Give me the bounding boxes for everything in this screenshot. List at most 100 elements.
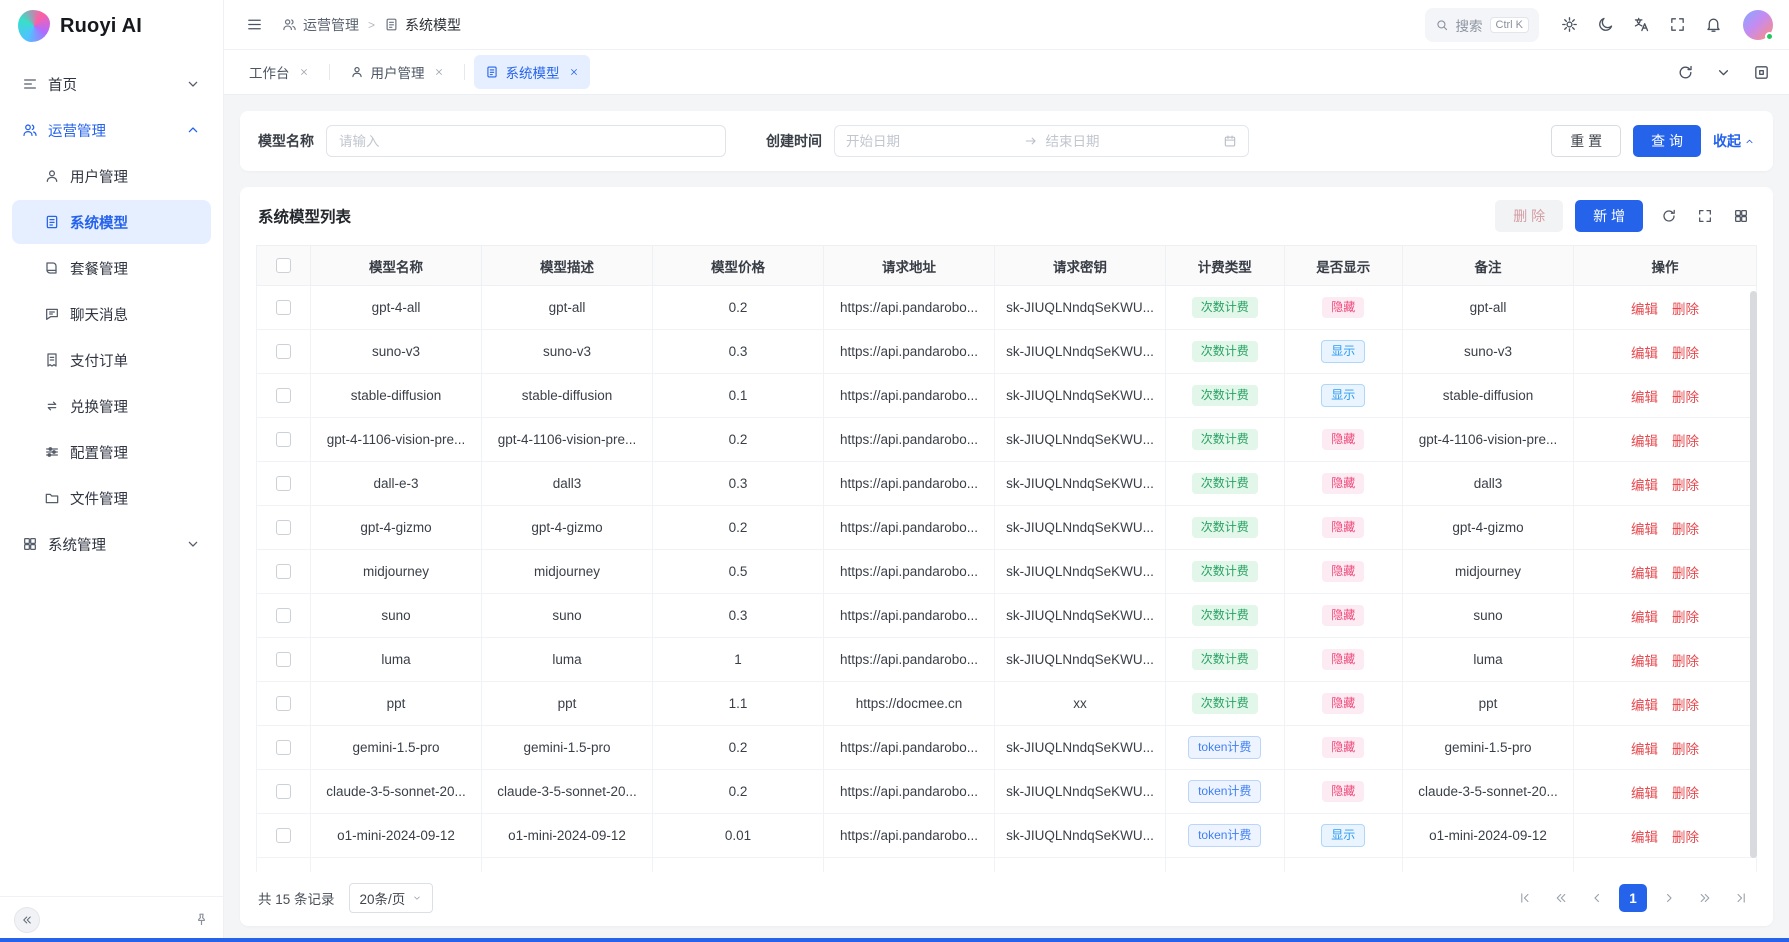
row-checkbox[interactable] xyxy=(276,652,291,667)
row-checkbox[interactable] xyxy=(276,828,291,843)
sidebar-item-system-management[interactable]: 系统管理 xyxy=(12,522,211,566)
delete-link[interactable]: 删除 xyxy=(1672,478,1699,493)
sidebar-item-chat-messages[interactable]: 聊天消息 xyxy=(12,292,211,336)
edit-link[interactable]: 编辑 xyxy=(1631,390,1658,405)
tab-system-models[interactable]: 系统模型 xyxy=(474,55,590,89)
edit-link[interactable]: 编辑 xyxy=(1631,742,1658,757)
delete-link[interactable]: 删除 xyxy=(1672,566,1699,581)
refresh-button[interactable] xyxy=(1655,202,1683,230)
sidebar-item-redeem-management[interactable]: 兑换管理 xyxy=(12,384,211,428)
row-checkbox[interactable] xyxy=(276,564,291,579)
row-checkbox[interactable] xyxy=(276,388,291,403)
start-date-input[interactable] xyxy=(846,134,1016,149)
edit-link[interactable]: 编辑 xyxy=(1631,698,1658,713)
edit-link[interactable]: 编辑 xyxy=(1631,302,1658,317)
edit-link[interactable]: 编辑 xyxy=(1631,522,1658,537)
bell-button[interactable] xyxy=(1699,11,1727,39)
expand-button[interactable] xyxy=(1747,58,1775,86)
edit-link[interactable]: 编辑 xyxy=(1631,654,1658,669)
row-checkbox[interactable] xyxy=(276,608,291,623)
last-page-button[interactable] xyxy=(1727,884,1755,912)
add-button[interactable]: 新 增 xyxy=(1575,200,1643,232)
fullscreen-button[interactable] xyxy=(1691,202,1719,230)
delete-link[interactable]: 删除 xyxy=(1672,302,1699,317)
refresh-button[interactable] xyxy=(1671,58,1699,86)
sidebar-item-system-models[interactable]: 系统模型 xyxy=(12,200,211,244)
row-checkbox[interactable] xyxy=(276,476,291,491)
row-checkbox[interactable] xyxy=(276,696,291,711)
cell-remark: luma xyxy=(1403,638,1574,682)
delete-button[interactable]: 删 除 xyxy=(1495,200,1563,232)
moon-button[interactable] xyxy=(1591,11,1619,39)
end-date-input[interactable] xyxy=(1046,134,1216,149)
search-button[interactable]: 查 询 xyxy=(1633,125,1701,157)
collapse-filter-link[interactable]: 收起 xyxy=(1713,131,1755,151)
logo[interactable]: Ruoyi AI xyxy=(0,0,223,52)
tab-close-icon[interactable] xyxy=(569,67,579,77)
delete-link[interactable]: 删除 xyxy=(1672,434,1699,449)
row-checkbox[interactable] xyxy=(276,520,291,535)
edit-link[interactable]: 编辑 xyxy=(1631,566,1658,581)
model-name-input[interactable] xyxy=(326,125,726,157)
select-all-checkbox[interactable] xyxy=(276,258,291,273)
sidebar-item-file-management[interactable]: 文件管理 xyxy=(12,476,211,520)
row-checkbox[interactable] xyxy=(276,344,291,359)
edit-link[interactable]: 编辑 xyxy=(1631,610,1658,625)
delete-link[interactable]: 删除 xyxy=(1672,698,1699,713)
row-checkbox[interactable] xyxy=(276,432,291,447)
sliders-icon xyxy=(44,444,60,460)
date-range-picker[interactable] xyxy=(834,125,1249,157)
sidebar-collapse-button[interactable] xyxy=(14,907,40,933)
edit-link[interactable]: 编辑 xyxy=(1631,346,1658,361)
row-checkbox[interactable] xyxy=(276,300,291,315)
edit-link[interactable]: 编辑 xyxy=(1631,478,1658,493)
tab-user-management[interactable]: 用户管理 xyxy=(339,55,455,89)
chevron-down-icon xyxy=(412,893,422,903)
tab-workbench[interactable]: 工作台 xyxy=(238,55,320,89)
delete-link[interactable]: 删除 xyxy=(1672,742,1699,757)
translate-button[interactable] xyxy=(1627,11,1655,39)
prev-group-button[interactable] xyxy=(1547,884,1575,912)
delete-link[interactable]: 删除 xyxy=(1672,610,1699,625)
first-page-button[interactable] xyxy=(1511,884,1539,912)
delete-link[interactable]: 删除 xyxy=(1672,786,1699,801)
sidebar-item-payment-orders[interactable]: 支付订单 xyxy=(12,338,211,382)
delete-link[interactable]: 删除 xyxy=(1672,522,1699,537)
prev-page-button[interactable] xyxy=(1583,884,1611,912)
breadcrumb-item-operations[interactable]: 运营管理 xyxy=(282,15,359,35)
sidebar-item-home[interactable]: 首页 xyxy=(12,62,211,106)
delete-link[interactable]: 删除 xyxy=(1672,390,1699,405)
fullscreen-button[interactable] xyxy=(1663,11,1691,39)
row-checkbox[interactable] xyxy=(276,740,291,755)
cell-model-name: ppt xyxy=(311,682,482,726)
delete-link[interactable]: 删除 xyxy=(1672,346,1699,361)
sidebar-item-package-management[interactable]: 套餐管理 xyxy=(12,246,211,290)
row-checkbox[interactable] xyxy=(276,784,291,799)
edit-link[interactable]: 编辑 xyxy=(1631,830,1658,845)
cell-actions: 编辑删除 xyxy=(1574,638,1757,682)
next-page-button[interactable] xyxy=(1655,884,1683,912)
sidebar-item-label: 系统模型 xyxy=(70,212,128,233)
breadcrumb-item-system-models[interactable]: 系统模型 xyxy=(384,15,461,35)
edit-link[interactable]: 编辑 xyxy=(1631,434,1658,449)
search-input[interactable]: 搜索 Ctrl K xyxy=(1425,8,1540,42)
hamburger-button[interactable] xyxy=(240,11,268,39)
tab-close-icon[interactable] xyxy=(299,67,309,77)
delete-link[interactable]: 删除 xyxy=(1672,830,1699,845)
chevron-down-button[interactable] xyxy=(1709,58,1737,86)
avatar[interactable] xyxy=(1743,10,1773,40)
tab-close-icon[interactable] xyxy=(434,67,444,77)
gear-button[interactable] xyxy=(1555,11,1583,39)
table-scrollbar[interactable] xyxy=(1750,291,1757,858)
sidebar-item-config-management[interactable]: 配置管理 xyxy=(12,430,211,474)
sidebar-pin-button[interactable] xyxy=(194,912,209,927)
sidebar-item-operations[interactable]: 运营管理 xyxy=(12,108,211,152)
delete-link[interactable]: 删除 xyxy=(1672,654,1699,669)
columns-button[interactable] xyxy=(1727,202,1755,230)
page-size-select[interactable]: 20条/页 xyxy=(349,883,434,913)
next-group-button[interactable] xyxy=(1691,884,1719,912)
sidebar-item-user-management[interactable]: 用户管理 xyxy=(12,154,211,198)
edit-link[interactable]: 编辑 xyxy=(1631,786,1658,801)
page-button-1[interactable]: 1 xyxy=(1619,884,1647,912)
reset-button[interactable]: 重 置 xyxy=(1551,125,1621,157)
